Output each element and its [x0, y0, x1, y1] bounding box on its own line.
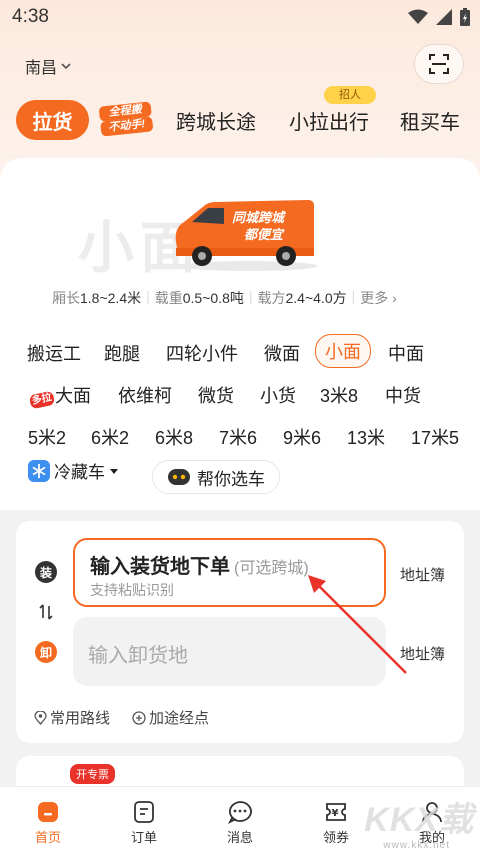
spec-length: 厢长1.8~2.4米 [52, 290, 142, 306]
pickup-sub-text: 支持粘贴识别 [90, 582, 174, 598]
more-specs-link[interactable]: 更多 › [360, 288, 397, 308]
help-pick-vehicle-button[interactable]: 帮你选车 [152, 460, 280, 494]
city-selector[interactable]: 南昌 [25, 54, 73, 78]
wifi-icon [408, 9, 428, 24]
full-service-badge[interactable]: 全程搬 不动手! [98, 101, 154, 137]
van-slogan-1: 同城跨城 [232, 210, 286, 226]
vehicle-option[interactable]: 7米6 [219, 424, 257, 450]
status-icons [408, 8, 470, 26]
order-card: 装 卸 输入装货地下单 (可选跨城) 支持粘贴识别 地址簿 输入卸货地 地址簿 常… [16, 521, 464, 743]
svg-text:¥: ¥ [332, 808, 339, 819]
vehicle-row-3: 5米2 6米2 6米8 7米6 9米6 13米 17米5 [0, 418, 480, 454]
tab-intercity[interactable]: 跨城长途 [176, 106, 256, 135]
vehicle-option[interactable]: 6米2 [91, 424, 129, 450]
vehicle-option[interactable]: 微面 [264, 340, 300, 366]
hot-badge: 招人 [324, 86, 376, 104]
tab-rent-buy[interactable]: 租买车 [400, 106, 460, 135]
vehicle-option[interactable]: 中面 [388, 340, 424, 366]
vehicle-option[interactable]: 四轮小件 [166, 340, 238, 366]
plus-circle-icon [132, 710, 146, 725]
vehicle-option[interactable]: 5米2 [28, 424, 66, 450]
battery-icon [460, 8, 470, 26]
vehicle-option[interactable]: 微货 [198, 382, 234, 408]
spec-volume: 载方2.4~4.0方 [257, 290, 347, 306]
tab-ride[interactable]: 小拉出行 [289, 106, 369, 135]
common-routes-link[interactable]: 常用路线 [34, 707, 110, 728]
route-links: 常用路线 加途经点 [34, 707, 209, 728]
vehicle-option[interactable]: 依维柯 [118, 382, 172, 408]
pickup-pin-icon: 装 [35, 561, 57, 583]
message-icon [227, 801, 252, 824]
signal-icon [436, 9, 452, 25]
site-watermark: KKX载 www.kkx.net [364, 801, 474, 851]
pickup-main-text: 输入装货地下单 [90, 556, 230, 578]
tab-messages[interactable]: 消息 [210, 797, 270, 846]
vehicle-specs: 厢长1.8~2.4米 | 载重0.5~0.8吨 | 载方2.4~4.0方 | 更… [52, 288, 397, 308]
vehicle-option[interactable]: 多拉 大面 [28, 382, 91, 410]
vehicle-option-selected[interactable]: 小面 [315, 334, 371, 368]
vehicle-row-2: 多拉 大面 依维柯 微货 小货 3米8 中货 [0, 376, 480, 412]
van-image: 同城跨城 都便宜 [175, 200, 318, 271]
snowflake-icon [28, 459, 50, 482]
city-label: 南昌 [25, 60, 58, 77]
coupon-icon: ¥ [326, 803, 346, 821]
vehicle-option[interactable]: 中货 [385, 382, 421, 408]
cold-truck-label: 冷藏车 [54, 463, 105, 482]
tab-coupons[interactable]: ¥ 领券 [306, 797, 366, 846]
scan-icon [429, 54, 449, 74]
tab-home[interactable]: 首页 [18, 797, 78, 846]
vehicle-option[interactable]: 13米 [347, 424, 385, 450]
vehicle-option[interactable]: 跑腿 [104, 340, 140, 366]
tab-home-label: 首页 [34, 830, 61, 845]
invoice-badge: 开专票 [70, 764, 115, 784]
watermark-url: www.kkx.net [383, 840, 450, 851]
tab-orders-label: 订单 [130, 830, 157, 845]
status-bar: 4:38 [0, 0, 480, 36]
service-tabs: 拉货 全程搬 不动手! 跨城长途 招人 小拉出行 租买车 [0, 86, 480, 146]
spec-load: 载重0.5~0.8吨 [154, 290, 244, 306]
cold-truck-selector[interactable]: 冷藏车 [28, 458, 119, 483]
vehicle-row-1: 搬运工 跑腿 四轮小件 微面 小面 中面 [0, 334, 480, 370]
status-time: 4:38 [12, 6, 49, 27]
vehicle-option[interactable]: 17米5 [411, 424, 459, 450]
caret-down-icon [110, 468, 118, 474]
duola-tag: 多拉 [28, 390, 56, 410]
home-icon [38, 802, 58, 822]
dropoff-pin-icon: 卸 [35, 641, 57, 663]
tab-orders[interactable]: 订单 [114, 797, 174, 846]
robot-icon [168, 469, 190, 485]
vehicle-option[interactable]: 3米8 [320, 382, 358, 408]
add-stop-link[interactable]: 加途经点 [132, 707, 209, 728]
van-slogan-2: 都便宜 [244, 227, 285, 243]
tab-coupons-label: 领券 [322, 830, 349, 845]
vehicle-option[interactable]: 6米8 [155, 424, 193, 450]
tab-messages-label: 消息 [226, 830, 253, 845]
vehicle-card: 小面 同城跨城 都便宜 厢长1.8~2.4米 | 载重0.5~0.8吨 | 载方… [0, 158, 480, 510]
vehicle-option[interactable]: 9米6 [283, 424, 321, 450]
location-pin-icon [34, 710, 47, 725]
order-icon [134, 801, 154, 823]
swap-icon[interactable] [35, 601, 57, 623]
vehicle-option[interactable]: 搬运工 [27, 340, 81, 366]
dropoff-placeholder: 输入卸货地 [88, 645, 188, 667]
chevron-down-icon [61, 63, 71, 70]
scan-button[interactable] [414, 44, 464, 84]
annotation-arrow [308, 575, 407, 674]
vehicle-option[interactable]: 小货 [260, 382, 296, 408]
tab-freight[interactable]: 拉货 [16, 100, 89, 140]
help-pick-label: 帮你选车 [197, 469, 265, 489]
